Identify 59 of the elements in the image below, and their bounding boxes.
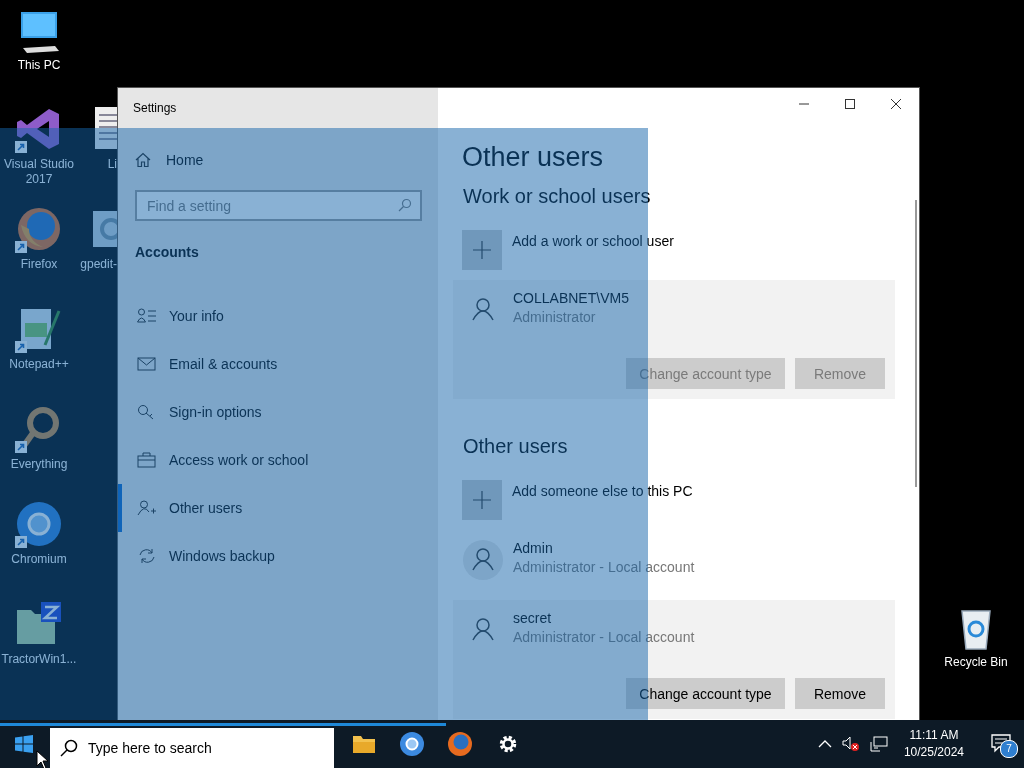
nav-item[interactable]: Sign-in options [118, 388, 438, 436]
close-icon [891, 99, 901, 109]
icon-label: Li [107, 157, 117, 172]
nav-item[interactable]: Other users [118, 484, 438, 532]
nav-item[interactable]: Windows backup [118, 532, 438, 580]
user-name: COLLABNET\VM5 [513, 290, 629, 306]
folder-icon [352, 733, 376, 755]
firefox-icon [447, 731, 473, 757]
contact-icon [137, 308, 157, 324]
briefcase-icon [137, 452, 157, 468]
firefox-icon[interactable] [15, 205, 63, 253]
icon-label: Firefox [20, 257, 58, 272]
user-icon [463, 540, 503, 580]
add-person-icon [137, 500, 157, 516]
sync-icon [137, 548, 157, 564]
icon-label: This PC [17, 58, 61, 73]
icon-label: Chromium [11, 552, 67, 567]
nav-item[interactable]: Your info [118, 292, 438, 340]
chevron-up-icon[interactable] [817, 739, 832, 749]
user-role: Administrator [513, 309, 597, 325]
notification-count: 7 [1000, 740, 1018, 758]
remove-button[interactable]: Remove [795, 678, 885, 709]
scrollbar[interactable] [915, 200, 917, 487]
search-field[interactable]: Find a setting [135, 190, 422, 221]
settings-icon [497, 733, 519, 755]
nav-item[interactable]: Email & accounts [118, 340, 438, 388]
section-heading: Other users [463, 435, 569, 458]
muted-speaker-icon[interactable] [841, 736, 860, 752]
add-user-link[interactable]: Add someone else to this PC [512, 483, 693, 499]
change-type-button[interactable]: Change account type [626, 678, 785, 709]
icon-label: Notepad++ [9, 357, 69, 372]
plus-icon [473, 491, 491, 509]
chromium-icon [399, 731, 425, 757]
icon-label: TractorWin1... [1, 652, 77, 667]
windows-logo-icon [15, 735, 33, 753]
clock[interactable]: 11:11 AM 10/25/2024 [897, 727, 970, 761]
message-icon [991, 734, 1013, 754]
user-name: secret [513, 610, 553, 626]
notification-button[interactable]: 7 [980, 720, 1024, 768]
add-user-link[interactable]: Add a work or school user [512, 233, 674, 249]
icon-label: Visual Studio 2017 [3, 157, 75, 187]
plus-icon [473, 241, 491, 259]
icon-label: Everything [10, 457, 68, 472]
icon-label: Recycle Bin [944, 655, 1008, 670]
home-icon [135, 152, 151, 168]
maximize-icon [845, 99, 855, 109]
mail-icon [137, 356, 157, 372]
window-title: Settings [133, 101, 178, 115]
page-title: Other users [462, 142, 605, 173]
nav-item[interactable]: Access work or school [118, 436, 438, 484]
search-field[interactable]: Type here to search [50, 728, 334, 768]
network-icon[interactable] [869, 736, 888, 752]
user-name: Admin [513, 540, 554, 556]
home-link[interactable]: Home [135, 152, 204, 168]
section-heading: Accounts [135, 244, 200, 260]
cursor-icon [36, 750, 50, 768]
chromium-icon[interactable] [15, 500, 63, 548]
search-icon [398, 198, 412, 212]
icon-label: gpedit- [80, 257, 117, 272]
